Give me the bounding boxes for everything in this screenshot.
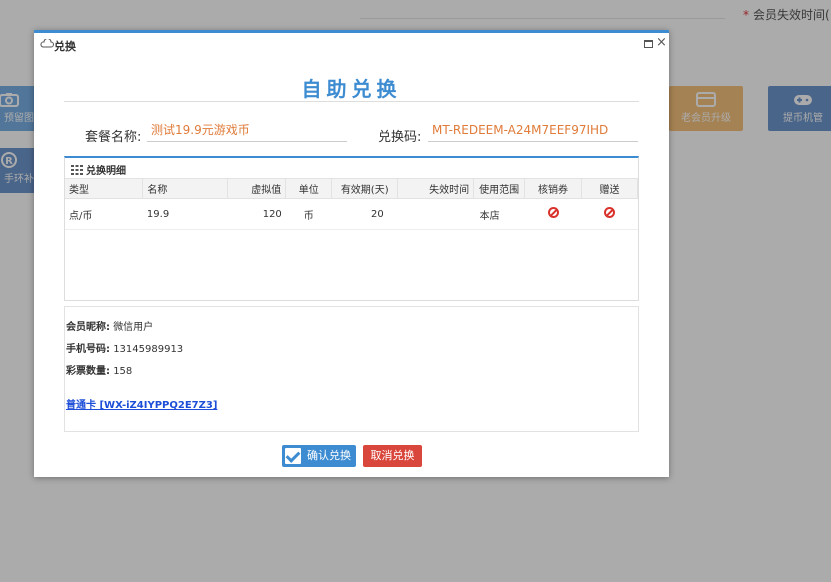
table-header-row: 类型 名称 虚拟值 单位 有效期(天) 失效时间 使用范围 核销券 赠送 [65,178,638,199]
column-header-name: 名称 [142,178,229,199]
table-row: 点/币 19.9 120 币 20 本店 [65,198,638,230]
cancel-redeem-button[interactable]: 取消兑换 [363,445,422,467]
column-header-valid-days: 有效期(天) [331,178,399,199]
redeem-dialog: 兑换 × 自助兑换 套餐名称: 测试19.9元游戏币 兑换码: MT-REDEE… [34,30,669,477]
cell-name: 19.9 [142,198,228,230]
phone-value: 13145989913 [113,344,184,355]
phone-label: 手机号码: [66,344,110,355]
confirm-redeem-label: 确认兑换 [307,449,351,462]
column-header-scope: 使用范围 [473,178,526,199]
cell-virtual-value: 120 [227,198,286,230]
column-header-unit: 单位 [285,178,333,199]
lottery-value: 158 [113,366,133,377]
package-name-value: 测试19.9元游戏币 [147,121,347,142]
page-heading: 自助兑换 [301,77,402,101]
cell-unit: 币 [285,198,332,230]
cell-type: 点/币 [65,198,143,230]
column-header-type: 类型 [65,178,144,199]
check-icon [285,448,301,464]
detail-title-text: 兑换明细 [86,166,126,177]
cloud-icon [40,39,54,48]
confirm-redeem-button[interactable]: 确认兑换 [282,445,356,467]
cell-valid-days: 20 [331,198,398,230]
maximize-icon[interactable] [644,40,653,48]
nickname-value: 微信用户 [113,322,154,333]
column-header-expire-time: 失效时间 [397,178,475,199]
heading-divider [64,101,639,102]
lottery-label: 彩票数量: [66,366,110,377]
redeem-code-label: 兑换码: [378,130,422,145]
member-info-panel: 会员昵称: 微信用户 手机号码: 13145989913 彩票数量: 158 普… [64,306,639,432]
detail-panel-title: 兑换明细 [71,162,126,177]
ban-icon [604,207,615,218]
cell-expire-time [397,198,474,230]
dialog-titlebar: 兑换 × [34,33,669,57]
member-lottery-row: 彩票数量: 158 [66,362,132,377]
cell-gift [581,198,638,230]
nickname-label: 会员昵称: [66,322,110,333]
column-header-voucher: 核销券 [524,178,582,199]
member-nickname-row: 会员昵称: 微信用户 [66,318,153,333]
package-name-label: 套餐名称: [85,130,142,145]
detail-table: 类型 名称 虚拟值 单位 有效期(天) 失效时间 使用范围 核销券 赠送 点/币… [65,178,638,230]
dialog-title: 兑换 [54,40,76,53]
redeem-detail-panel: 兑换明细 类型 名称 虚拟值 单位 有效期(天) 失效时间 使用范围 核销券 赠… [64,156,639,301]
close-icon[interactable]: × [656,35,667,50]
redeem-code-value: MT-REDEEM-A24M7EEF97IHD [428,121,638,142]
member-phone-row: 手机号码: 13145989913 [66,340,183,355]
cell-voucher [524,198,582,230]
member-card-link[interactable]: 普通卡 [WX-iZ4IYPPQ2E7Z3] [66,396,217,411]
ban-icon [547,207,559,218]
cell-scope: 本店 [473,198,525,230]
grid-icon [71,165,83,175]
column-header-virtual-value: 虚拟值 [227,178,287,199]
column-header-gift: 赠送 [581,178,638,199]
